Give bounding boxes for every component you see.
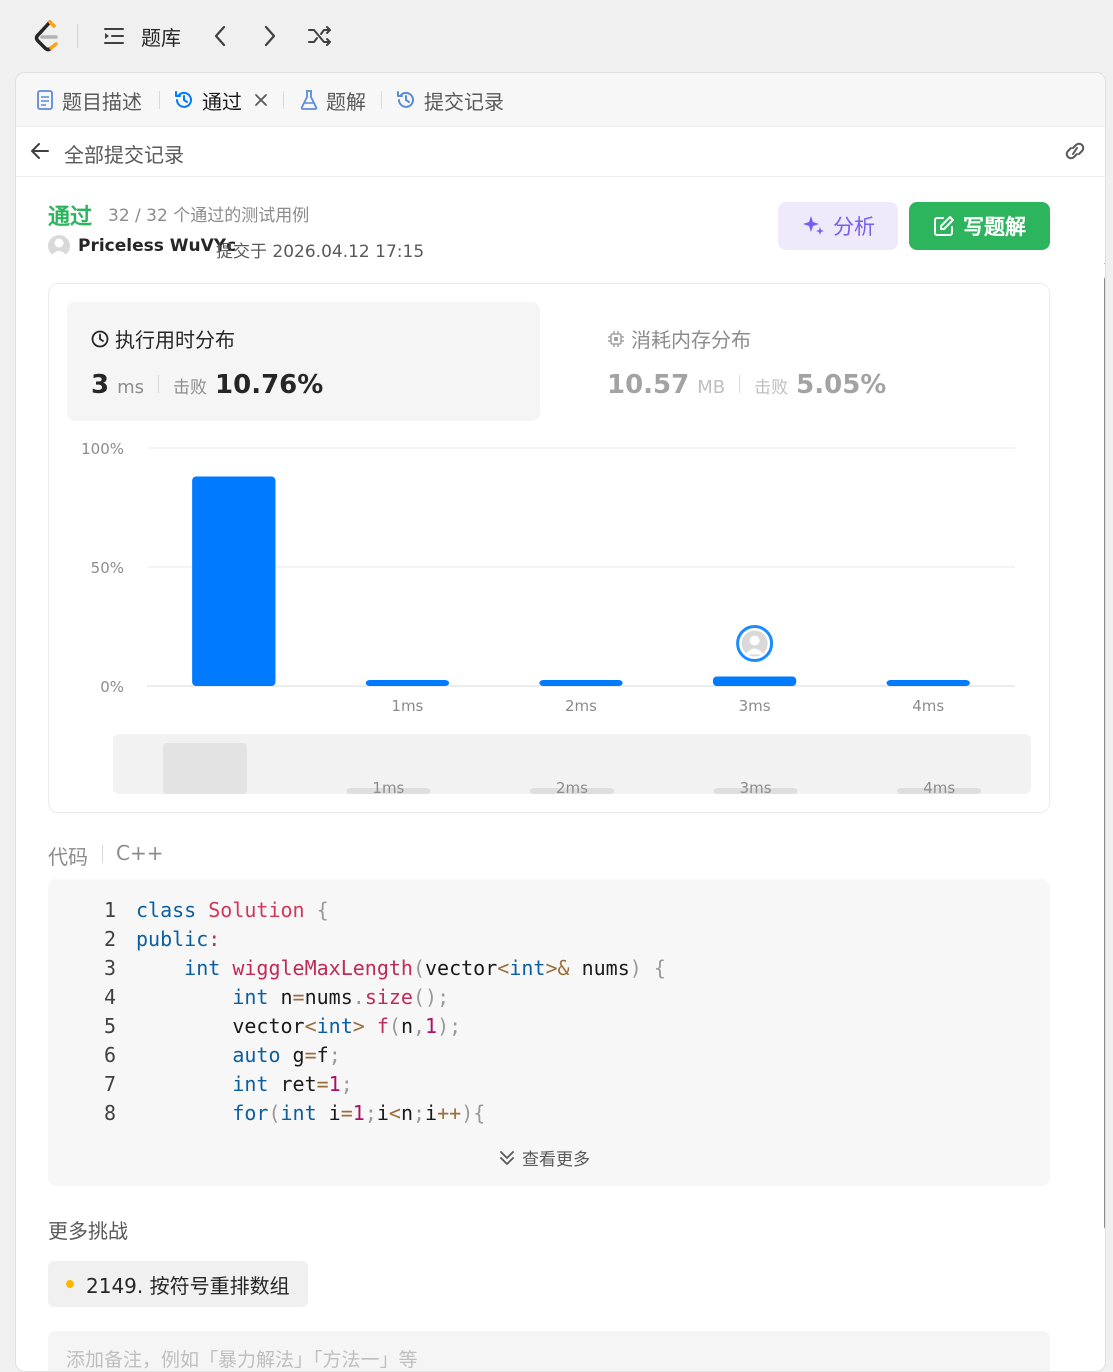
line-number: 2	[103, 927, 116, 951]
history-icon	[175, 91, 192, 108]
history-icon	[397, 91, 414, 108]
submission-time: 提交于 2026.04.12 17:15	[216, 242, 425, 262]
all-submissions-link[interactable]: 全部提交记录	[64, 139, 184, 168]
chart-bar	[539, 680, 623, 686]
document-icon	[37, 90, 53, 110]
submission-subheader: 全部提交记录	[16, 127, 1105, 177]
problem-bank-title[interactable]: 题库	[141, 20, 181, 52]
x-tick-label: 3ms	[739, 697, 771, 715]
line-number: 3	[103, 956, 116, 980]
flask-icon	[300, 90, 318, 110]
arrow-left-icon[interactable]	[30, 142, 50, 160]
code-line: 8 for(int i=1;i<n;i++){	[48, 1099, 485, 1128]
code-line: 6 auto g=f;	[48, 1041, 341, 1070]
scrollbar[interactable]	[1099, 255, 1105, 1371]
scroll-up-arrow[interactable]	[1104, 257, 1105, 264]
tab-submissions[interactable]: 提交记录	[396, 85, 504, 115]
main-panel: 题目描述 通过 题解 提交记录 全部提交记录 通过 32 / 32 个通过的测试…	[15, 72, 1106, 1372]
problem-list-icon[interactable]	[100, 22, 128, 50]
line-number: 5	[103, 1014, 116, 1038]
divider	[381, 91, 382, 109]
show-more-button[interactable]: 查看更多	[498, 1145, 590, 1170]
link-icon[interactable]	[1062, 140, 1088, 162]
line-number: 1	[103, 898, 116, 922]
tab-label: 题目描述	[62, 89, 142, 114]
close-icon[interactable]	[254, 93, 268, 107]
shuffle-icon[interactable]	[306, 22, 334, 50]
navigator-label: 1ms	[372, 779, 404, 797]
y-tick-label: 0%	[100, 678, 124, 696]
difficulty-dot	[66, 1280, 74, 1288]
sparkle-icon	[803, 216, 824, 235]
line-number: 6	[103, 1043, 116, 1067]
write-solution-label: 写题解	[963, 215, 1026, 239]
chart-bar	[886, 680, 970, 686]
show-more-label: 查看更多	[522, 1150, 590, 1170]
line-number: 7	[103, 1072, 116, 1096]
leetcode-logo[interactable]	[30, 18, 64, 54]
tab-bar: 题目描述 通过 题解 提交记录	[16, 73, 1105, 127]
avatar[interactable]	[48, 235, 70, 257]
code-line: 5 vector<int> f(n,1);	[48, 1012, 461, 1041]
analyze-button[interactable]: 分析	[778, 202, 898, 250]
runtime-distribution-chart[interactable]: 100% 50% 0% 1ms 2ms 3ms 4ms 1ms 2ms 3ms 4ms	[49, 284, 1051, 814]
test-cases-passed: 32 / 32 个通过的测试用例	[108, 206, 310, 226]
divider	[283, 91, 284, 109]
navigator-label: 4ms	[923, 779, 955, 797]
analyze-label: 分析	[833, 215, 875, 239]
chart-bar	[365, 680, 450, 686]
y-tick-label: 50%	[91, 559, 124, 577]
code-language: C++	[116, 841, 164, 865]
tab-solutions[interactable]: 题解	[300, 85, 366, 115]
code-line: 1 class Solution {	[48, 896, 329, 925]
chevron-double-down-icon	[500, 1150, 514, 1165]
line-number: 8	[103, 1101, 116, 1125]
navigator-label: 3ms	[740, 779, 772, 797]
performance-panel: 执行用时分布 3 ms 击败 10.76% 消耗内存分布 10.57 MB 击败…	[48, 283, 1050, 813]
tab-label: 题解	[326, 89, 366, 114]
chart-bar	[192, 476, 276, 686]
top-nav-bar: 题库	[0, 0, 1113, 72]
code-line: 4 int n=nums.size();	[48, 983, 449, 1012]
code-line: 7 int ret=1;	[48, 1070, 353, 1099]
tab-label: 提交记录	[424, 89, 504, 114]
challenge-title: 2149. 按符号重排数组	[86, 1273, 290, 1298]
edit-icon	[934, 216, 954, 236]
chart-bar	[712, 676, 797, 686]
write-solution-button[interactable]: 写题解	[909, 202, 1050, 250]
tab-label: 通过	[202, 89, 242, 114]
y-tick-label: 100%	[81, 440, 124, 458]
divider	[102, 845, 103, 863]
chevron-left-icon[interactable]	[206, 22, 234, 50]
code-line: 2 public:	[48, 925, 220, 954]
note-input[interactable]: 添加备注，例如「暴力解法」「方法一」等	[48, 1331, 1050, 1371]
code-line: 3 int wiggleMaxLength(vector<int>& nums)…	[48, 954, 666, 983]
status-badge: 通过	[48, 205, 93, 230]
author-name[interactable]: Priceless WuVYc	[78, 236, 236, 256]
divider	[77, 24, 78, 48]
avatar-head	[749, 635, 760, 646]
navigator-bar	[162, 742, 247, 794]
scrollbar-thumb[interactable]	[1104, 275, 1105, 1231]
divider	[159, 91, 160, 109]
code-viewer[interactable]: 1 class Solution { 2 public: 3 int wiggleM…	[48, 879, 1050, 1186]
navigator-label: 2ms	[556, 779, 588, 797]
tab-accepted[interactable]: 通过	[174, 85, 276, 115]
line-number: 4	[103, 985, 116, 1009]
x-tick-label: 1ms	[391, 697, 423, 715]
x-tick-label: 4ms	[912, 697, 944, 715]
more-challenges-title: 更多挑战	[48, 1219, 128, 1243]
tab-description[interactable]: 题目描述	[36, 85, 142, 115]
x-tick-label: 2ms	[565, 697, 597, 715]
chevron-right-icon[interactable]	[256, 22, 284, 50]
challenge-item[interactable]: 2149. 按符号重排数组	[48, 1261, 308, 1307]
code-label: 代码	[48, 845, 88, 869]
